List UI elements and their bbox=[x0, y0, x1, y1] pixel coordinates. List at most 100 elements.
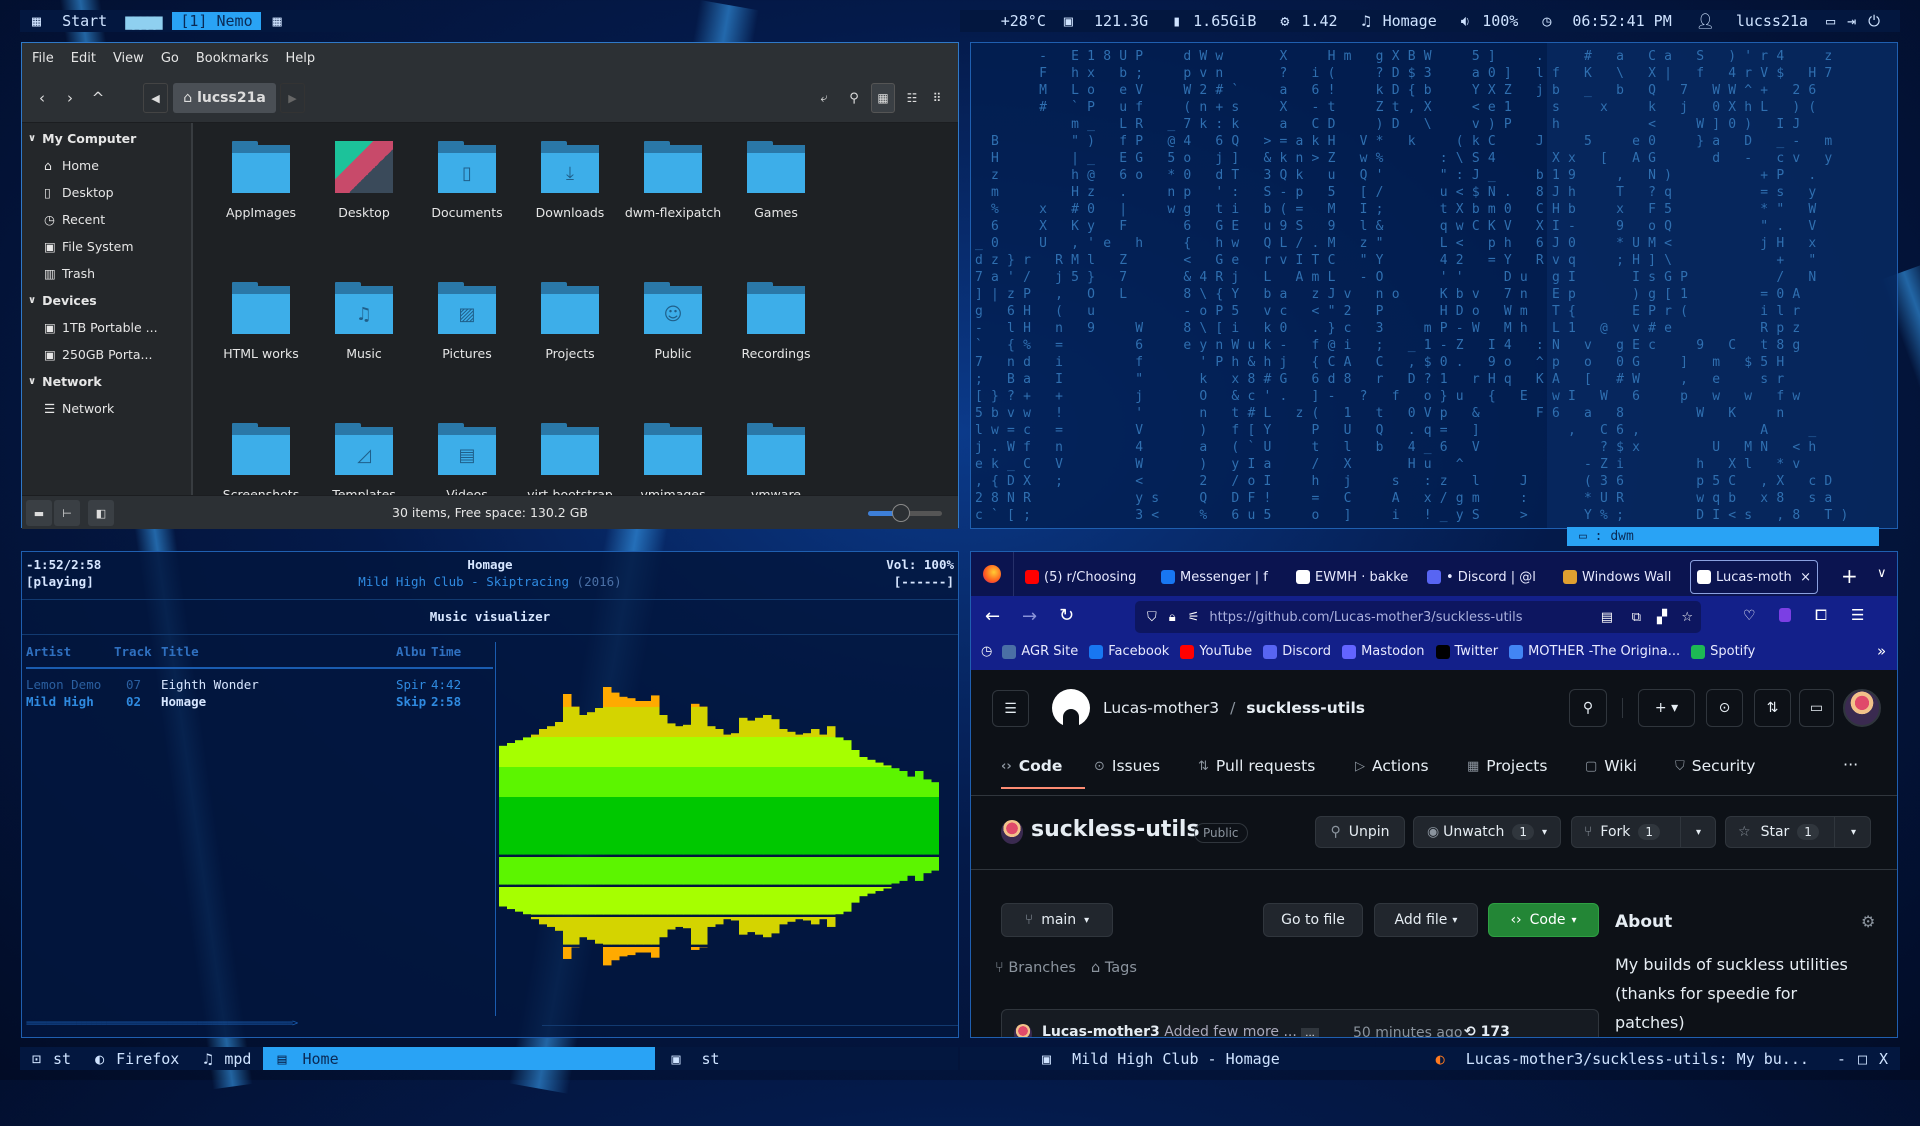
column-album[interactable]: Albu bbox=[396, 644, 426, 659]
repo-tab-wiki[interactable]: ▢Wiki bbox=[1585, 757, 1637, 775]
pocket-icon[interactable]: ♡ bbox=[1743, 608, 1756, 624]
zoom-slider[interactable] bbox=[868, 511, 942, 516]
breadcrumb-left-button[interactable]: ◀ bbox=[143, 83, 168, 113]
owner-link[interactable]: Lucas-mother3 bbox=[1103, 699, 1219, 717]
file-item[interactable]: Desktop bbox=[304, 141, 424, 220]
github-menu-button[interactable]: ☰ bbox=[992, 690, 1029, 727]
bookmark-item[interactable]: AGR Site bbox=[1002, 644, 1078, 659]
inbox-button[interactable]: ▭ bbox=[1799, 689, 1834, 727]
taskbar-item-st[interactable]: ⊡st bbox=[26, 1050, 77, 1068]
sidebar-item-recent[interactable]: ◷Recent bbox=[44, 208, 105, 230]
fork-button[interactable]: ⑂Fork1▾ bbox=[1571, 816, 1716, 848]
extensions-button[interactable]: ⧠ bbox=[1815, 606, 1827, 624]
layout-icon[interactable]: ▦ bbox=[273, 12, 282, 30]
new-tab-button[interactable]: + bbox=[1841, 564, 1858, 588]
firefox-icon[interactable] bbox=[983, 565, 1001, 583]
tags-link[interactable]: ⌂ Tags bbox=[1091, 960, 1137, 976]
file-item[interactable]: virt-bootstrap bbox=[510, 423, 630, 495]
close-button[interactable]: X bbox=[1879, 1050, 1888, 1068]
url-bar[interactable]: ⛉ 🔒︎ ⚟ https://github.com/Lucas-mother3/… bbox=[1135, 601, 1701, 633]
star-button[interactable]: ☆Star1▾ bbox=[1725, 816, 1871, 848]
search-icon[interactable]: ⚲ bbox=[842, 83, 866, 113]
column-title[interactable]: Title bbox=[161, 644, 199, 659]
menu-view[interactable]: View bbox=[113, 51, 144, 66]
sidebar-section-network[interactable]: ∨Network bbox=[28, 370, 102, 392]
file-item[interactable]: Games bbox=[716, 141, 836, 220]
browser-tab[interactable]: • Discord | @l bbox=[1427, 560, 1553, 594]
bookmark-item[interactable]: Discord bbox=[1263, 644, 1331, 659]
compact-view-button[interactable]: ⠿ bbox=[925, 83, 949, 113]
lock-icon[interactable]: 🔒︎ bbox=[1169, 610, 1176, 625]
sidebar-item-file-system[interactable]: ▣File System bbox=[44, 235, 134, 257]
taskbar-item-st[interactable]: ▣ st bbox=[665, 1050, 725, 1068]
commit-count[interactable]: ⟲ 173 bbox=[1464, 1024, 1510, 1038]
file-item[interactable]: ▨Pictures bbox=[407, 282, 527, 361]
more-bookmarks-button[interactable]: » bbox=[1877, 642, 1886, 660]
permissions-icon[interactable]: ⚟ bbox=[1188, 610, 1200, 625]
bookmark-item[interactable]: Facebook bbox=[1089, 644, 1169, 659]
add-file-button[interactable]: Add file▾ bbox=[1374, 903, 1478, 937]
maximize-button[interactable]: □ bbox=[1858, 1050, 1867, 1068]
sidebar-item-desktop[interactable]: ▯Desktop bbox=[44, 181, 114, 203]
browser-tab[interactable]: (5) r/Choosing bbox=[1025, 560, 1151, 594]
branch-select[interactable]: ⑂main▾ bbox=[1001, 903, 1113, 937]
code-button[interactable]: ‹›Code▾ bbox=[1488, 903, 1599, 937]
issues-button[interactable]: ⊙ bbox=[1706, 689, 1743, 727]
app-menu-button[interactable]: ☰ bbox=[1851, 606, 1864, 624]
tag-grid-icon[interactable]: ▆▆▆▆▆ bbox=[125, 12, 160, 30]
menu-file[interactable]: File bbox=[32, 51, 54, 66]
breadcrumb-right-button[interactable]: ▶ bbox=[280, 83, 305, 113]
reload-button[interactable]: ↻ bbox=[1059, 605, 1074, 626]
file-item[interactable]: ⤓Downloads bbox=[510, 141, 630, 220]
column-time[interactable]: Time bbox=[431, 644, 461, 659]
list-view-button[interactable]: ☷ bbox=[900, 83, 924, 113]
repo-tab-projects[interactable]: ▦Projects bbox=[1467, 757, 1547, 775]
bookmark-item[interactable]: Twitter bbox=[1436, 644, 1499, 659]
sidebar-section-devices[interactable]: ∨Devices bbox=[28, 289, 97, 311]
bookmark-item[interactable]: Mastodon bbox=[1342, 644, 1424, 659]
close-tab-icon[interactable]: × bbox=[1800, 570, 1811, 585]
browser-tab[interactable]: Lucas-moth× bbox=[1690, 560, 1818, 594]
progress-bar[interactable]: ========================================… bbox=[26, 1018, 297, 1029]
repo-tab-pull-requests[interactable]: ⇅Pull requests bbox=[1198, 757, 1315, 775]
taskbar-item-mpd-window[interactable]: ▣ Mild High Club - Homage bbox=[1036, 1050, 1286, 1068]
file-item[interactable]: HTML works bbox=[201, 282, 321, 361]
github-logo-icon[interactable] bbox=[1052, 689, 1090, 727]
reader-view-icon[interactable]: ▤ bbox=[1601, 610, 1613, 625]
commit-expand-button[interactable]: ... bbox=[1301, 1028, 1319, 1038]
extension-icon[interactable]: ▞ bbox=[1657, 610, 1667, 625]
sidebar-item-250gb-porta-[interactable]: ▣250GB Porta... bbox=[44, 343, 152, 365]
repo-link[interactable]: suckless-utils bbox=[1246, 699, 1365, 717]
file-item[interactable]: AppImages bbox=[201, 141, 321, 220]
pull-requests-button[interactable]: ⇅ bbox=[1754, 689, 1791, 727]
sidebar-item-home[interactable]: ⌂Home bbox=[44, 154, 99, 176]
file-item[interactable]: vmware bbox=[716, 423, 836, 495]
bookmark-star-icon[interactable]: ☆ bbox=[1681, 610, 1693, 625]
sidebar-item-trash[interactable]: ▥Trash bbox=[44, 262, 95, 284]
playlist-row[interactable]: Mild High02HomageSkip2:58 bbox=[26, 694, 492, 711]
repo-tab-actions[interactable]: ▷Actions bbox=[1355, 757, 1429, 775]
branches-link[interactable]: ⑂ Branches bbox=[995, 960, 1076, 976]
toggle-location-icon[interactable]: ⤶ bbox=[812, 83, 836, 113]
taskbar-item-firefox[interactable]: ◐Firefox bbox=[89, 1050, 185, 1068]
about-settings-gear-icon[interactable]: ⚙ bbox=[1861, 912, 1875, 931]
search-button[interactable]: ⚲ bbox=[1569, 689, 1607, 727]
commit-message[interactable]: Added few more ... bbox=[1164, 1024, 1297, 1038]
repo-tab-issues[interactable]: ⊙Issues bbox=[1094, 757, 1160, 775]
column-artist[interactable]: Artist bbox=[26, 644, 71, 659]
file-item[interactable]: Projects bbox=[510, 282, 630, 361]
monitor-icon[interactable]: ▭ bbox=[1826, 12, 1835, 30]
taskbar-item-home[interactable]: ▤Home bbox=[263, 1047, 655, 1070]
column-track[interactable]: Track bbox=[114, 644, 152, 659]
screenshot-icon[interactable]: ⧉ bbox=[1632, 610, 1641, 625]
sidebar-item-1tb-portable-[interactable]: ▣1TB Portable ... bbox=[44, 316, 158, 338]
file-item[interactable]: ▯Documents bbox=[407, 141, 527, 220]
power-icon[interactable]: ⏻ bbox=[1868, 12, 1880, 30]
go-to-file-button[interactable]: Go to file bbox=[1263, 903, 1363, 937]
minimize-button[interactable]: - bbox=[1837, 1050, 1846, 1068]
extension-icon[interactable] bbox=[1779, 608, 1791, 622]
repo-tab-code[interactable]: ‹›Code bbox=[1001, 757, 1062, 775]
back-button[interactable]: ‹ bbox=[30, 83, 54, 113]
forward-button[interactable]: › bbox=[58, 83, 82, 113]
fork-dropdown[interactable]: ▾ bbox=[1696, 827, 1701, 838]
